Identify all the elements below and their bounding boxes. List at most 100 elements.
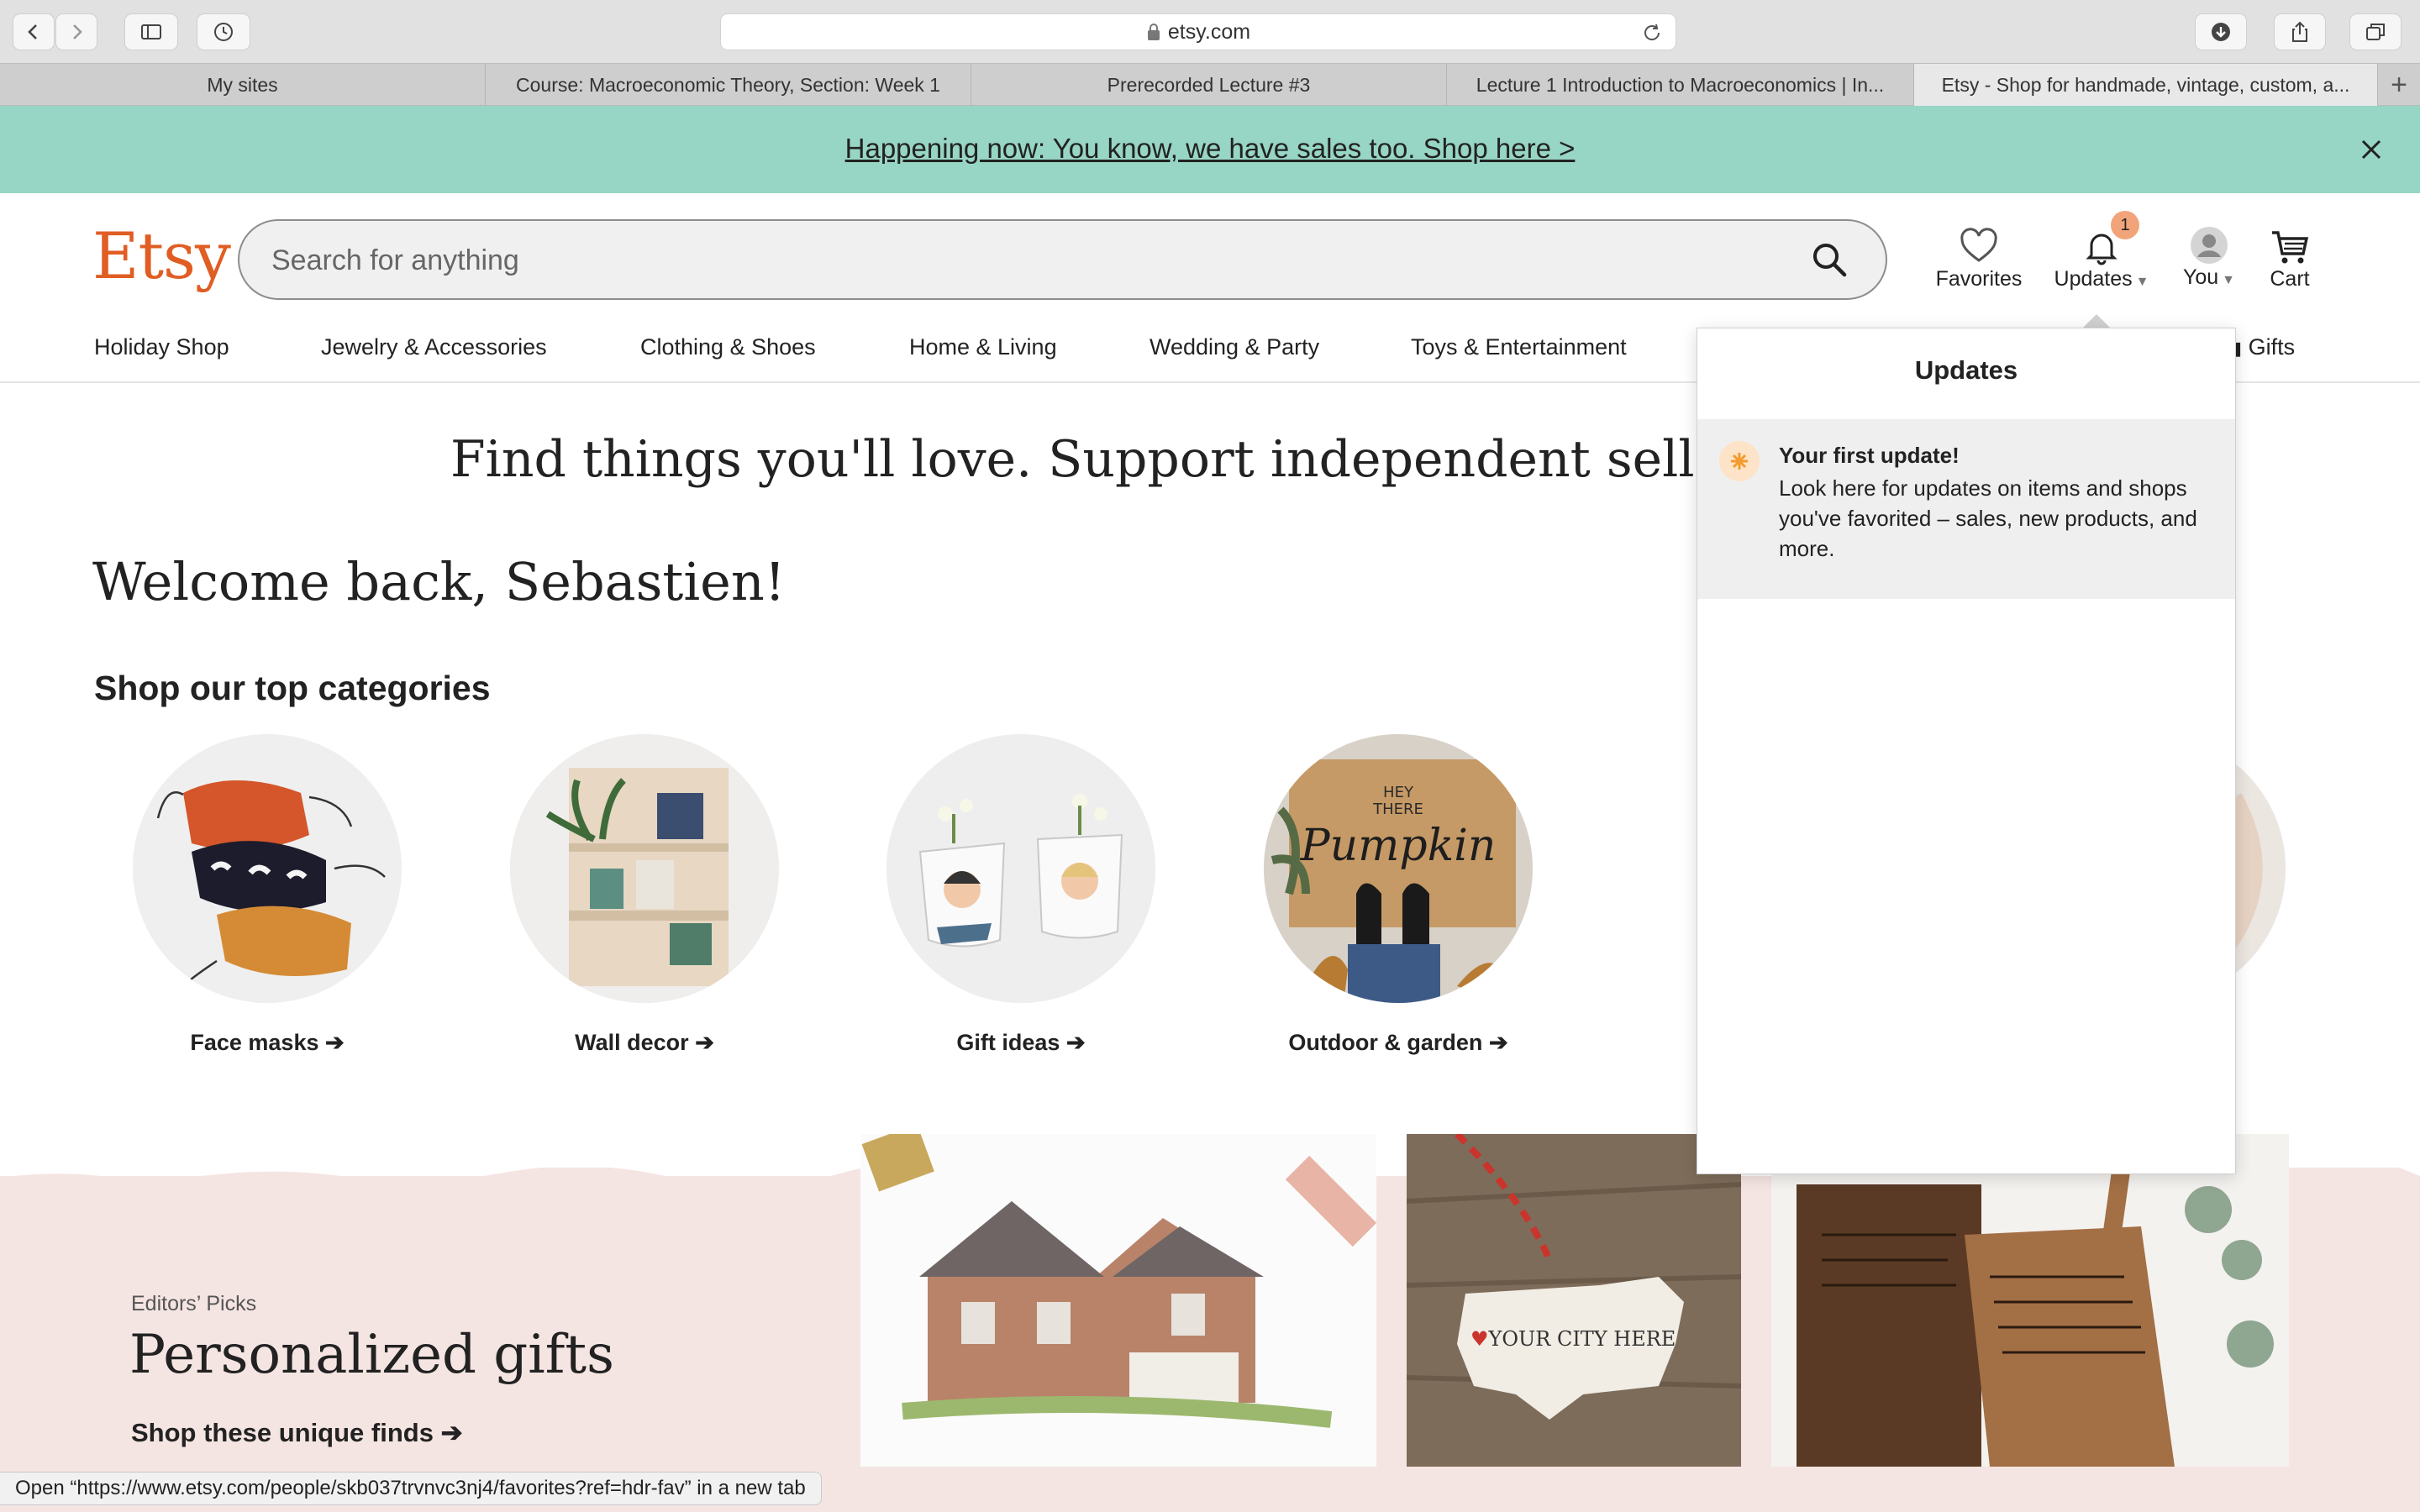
nav-home-living[interactable]: Home & Living [909,334,1057,360]
cart-label: Cart [2270,267,2310,291]
forward-button[interactable] [55,13,97,50]
updates-dropdown: Updates Your first update! Look here for… [1697,328,2236,1174]
favorites-button[interactable]: Favorites [1933,227,2025,291]
updates-button[interactable]: Updates ▼ [2047,227,2156,291]
arrow-right-icon: ➔ [695,1030,714,1055]
product-tile-house-portrait[interactable] [860,1134,1376,1467]
tab-overview-button[interactable] [2349,13,2402,50]
product-tile-city-ornament[interactable]: ♥YOUR CITY HERE [1407,1134,1741,1467]
heart-icon: ♥ [1470,1327,1489,1351]
updates-text: Updates [2054,267,2133,291]
nav-wedding[interactable]: Wedding & Party [1150,334,1319,360]
category-label[interactable]: Gift ideas ➔ [886,1030,1155,1056]
search-input[interactable] [270,238,1702,283]
dropdown-pointer [2082,314,2111,328]
svg-text:THERE: THERE [1372,801,1423,818]
tab-etsy[interactable]: Etsy - Shop for handmade, vintage, custo… [1914,64,2378,106]
svg-text:Pumpkin: Pumpkin [1300,821,1497,871]
favorites-label: Favorites [1935,267,2023,291]
chevron-right-icon [73,24,82,39]
tab-label: My sites [207,73,278,96]
update-title: Your first update! [1779,443,1960,468]
nav-gifts[interactable]: ▮ Gifts [2232,334,2295,360]
avatar-icon [2191,227,2228,264]
arrow-right-icon: ➔ [1488,1030,1508,1055]
downloads-button[interactable] [2195,13,2247,50]
search-icon[interactable] [1810,240,1849,279]
ornament-text: ♥YOUR CITY HERE [1470,1327,1676,1351]
category-image [133,734,402,1003]
notification-badge: 1 [2111,211,2139,239]
sidebar-button[interactable] [124,13,178,50]
you-menu-button[interactable]: You ▼ [2180,225,2238,290]
arrow-right-icon: ➔ [440,1418,463,1447]
nav-holiday-shop[interactable]: Holiday Shop [94,334,229,360]
tab-lecture[interactable]: Lecture 1 Introduction to Macroeconomics… [1447,64,1914,106]
arrow-right-icon: ➔ [325,1030,345,1055]
tagline: Find things you'll love. Support indepen… [450,430,1694,489]
svg-text:HEY: HEY [1383,784,1414,801]
update-item[interactable]: Your first update! Look here for updates… [1697,419,2235,599]
category-text: Outdoor & garden [1288,1030,1483,1055]
tab-label: Course: Macroeconomic Theory, Section: W… [516,73,940,96]
tab-course[interactable]: Course: Macroeconomic Theory, Section: W… [486,64,971,106]
category-label[interactable]: Outdoor & garden ➔ [1264,1030,1533,1056]
category-image [886,734,1155,1003]
category-text: Face masks [190,1030,319,1055]
sidebar-icon [141,24,161,39]
nav-clothing[interactable]: Clothing & Shoes [640,334,816,360]
editors-title: Personalized gifts [129,1324,614,1386]
section-title: Shop our top categories [94,669,491,707]
search-bar [238,219,1887,300]
editors-kicker: Editors’ Picks [131,1292,257,1315]
promo-link[interactable]: Happening now: You know, we have sales t… [0,133,2420,165]
category-gift-ideas[interactable]: Gift ideas ➔ [886,734,1155,1055]
tab-prerecorded[interactable]: Prerecorded Lecture #3 [971,64,1447,106]
welcome-heading: Welcome back, Sebastien! [92,551,786,612]
tab-label: Etsy - Shop for handmade, vintage, custo… [1941,73,2350,96]
clock-icon [214,23,233,41]
nav-toys[interactable]: Toys & Entertainment [1411,334,1627,360]
caret-down-icon: ▼ [2135,275,2149,289]
cart-icon [2272,231,2309,264]
tab-bar: My sites Course: Macroeconomic Theory, S… [0,63,2420,106]
updates-title: Updates [1914,355,2018,385]
promo-banner: Happening now: You know, we have sales t… [0,106,2420,193]
history-button[interactable] [197,13,250,50]
etsy-logo[interactable]: Etsy [92,218,231,293]
back-button[interactable] [13,13,55,50]
url-text: etsy.com [1167,19,1251,44]
tabs-icon [2366,24,2385,40]
you-label: You ▼ [2183,265,2235,290]
you-text: You [2182,265,2219,289]
share-icon [2292,21,2307,42]
chevron-left-icon [28,24,37,39]
nav-jewelry[interactable]: Jewelry & Accessories [321,334,547,360]
ornament-text-value: YOUR CITY HERE [1488,1327,1676,1351]
category-outdoor-garden[interactable]: HEY THERE Pumpkin Outdoor & garden ➔ [1264,734,1533,1055]
shop-finds-link[interactable]: Shop these unique finds ➔ [131,1418,463,1448]
tab-my-sites[interactable]: My sites [0,64,486,106]
product-tile-cutting-board[interactable] [1771,1134,2289,1467]
category-wall-decor[interactable]: Wall decor ➔ [510,734,779,1055]
category-text: Gift ideas [956,1030,1060,1055]
reload-icon[interactable] [1640,21,1664,45]
cart-button[interactable]: Cart [2260,227,2319,291]
share-button[interactable] [2274,13,2326,50]
category-image [510,734,779,1003]
shop-finds-text: Shop these unique finds [131,1418,434,1447]
category-label[interactable]: Wall decor ➔ [510,1030,779,1056]
lock-icon [1147,24,1160,40]
heart-icon [1960,228,1997,262]
new-tab-button[interactable]: + [2378,64,2420,106]
browser-toolbar: etsy.com [0,0,2420,63]
category-face-masks[interactable]: Face masks ➔ [133,734,402,1055]
download-icon [2212,23,2230,41]
sunburst-icon [1719,441,1760,481]
address-bar[interactable]: etsy.com [720,13,1676,50]
updates-label: Updates ▼ [2054,267,2149,291]
caret-down-icon: ▼ [2222,273,2236,287]
category-label[interactable]: Face masks ➔ [133,1030,402,1056]
tab-label: Lecture 1 Introduction to Macroeconomics… [1476,73,1885,96]
close-icon[interactable] [2358,136,2385,163]
